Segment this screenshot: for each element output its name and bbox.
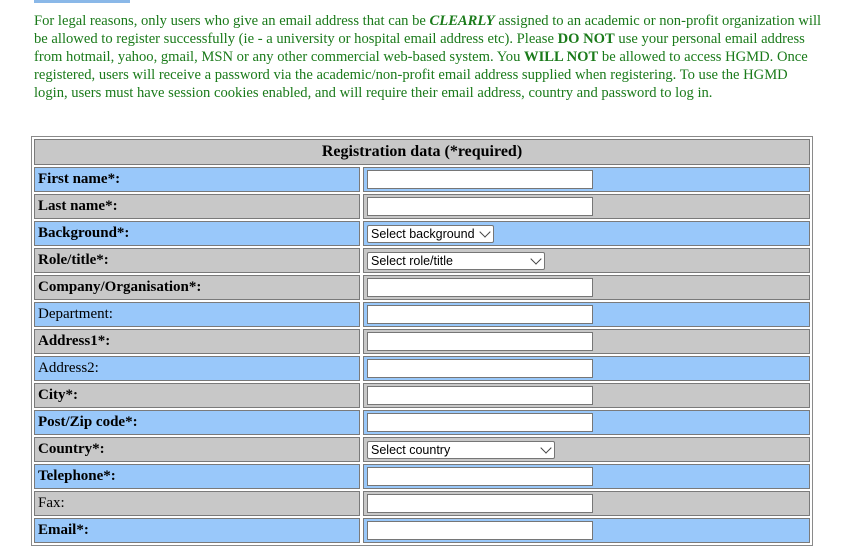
row-role-title: Role/title*: Select role/title (34, 248, 810, 273)
last-name-input[interactable] (367, 197, 593, 216)
first-name-label: First name*: (34, 167, 360, 192)
notice-text-1: For legal reasons, only users who give a… (34, 13, 430, 29)
row-email: Email*: (34, 518, 810, 543)
background-select-value: Select background (371, 226, 475, 241)
row-city: City*: (34, 383, 810, 408)
registration-header: Registration data (*required) (34, 139, 810, 165)
post-code-input[interactable] (367, 413, 593, 432)
city-input[interactable] (367, 386, 593, 405)
role-title-select[interactable]: Select role/title (367, 251, 545, 270)
country-select-value: Select country (371, 442, 451, 457)
row-company: Company/Organisation*: (34, 275, 810, 300)
chevron-down-icon (540, 442, 552, 454)
role-title-select-value: Select role/title (371, 253, 453, 268)
address2-input[interactable] (367, 359, 593, 378)
last-name-label: Last name*: (34, 194, 360, 219)
fax-label: Fax: (34, 491, 360, 516)
row-telephone: Telephone*: (34, 464, 810, 489)
first-name-input[interactable] (367, 170, 593, 189)
legal-notice: For legal reasons, only users who give a… (34, 12, 824, 102)
row-post-code: Post/Zip code*: (34, 410, 810, 435)
telephone-label: Telephone*: (34, 464, 360, 489)
fax-input[interactable] (367, 494, 593, 513)
row-first-name: First name*: (34, 167, 810, 192)
address1-input[interactable] (367, 332, 593, 351)
address2-label: Address2: (34, 356, 360, 381)
address1-label: Address1*: (34, 329, 360, 354)
row-country: Country*: Select country (34, 437, 810, 462)
notice-emphasis-clearly: CLEARLY (429, 13, 495, 29)
background-label: Background*: (34, 221, 360, 246)
row-address1: Address1*: (34, 329, 810, 354)
notice-emphasis-do-not: DO NOT (557, 31, 615, 47)
chevron-down-icon (479, 226, 491, 238)
registration-table: Registration data (*required) First name… (31, 136, 813, 546)
row-background: Background*: Select background (34, 221, 810, 246)
top-accent-bar (34, 0, 130, 3)
department-label: Department: (34, 302, 360, 327)
background-select[interactable]: Select background (367, 224, 494, 243)
company-label: Company/Organisation*: (34, 275, 360, 300)
row-address2: Address2: (34, 356, 810, 381)
chevron-down-icon (530, 253, 542, 265)
city-label: City*: (34, 383, 360, 408)
company-input[interactable] (367, 278, 593, 297)
department-input[interactable] (367, 305, 593, 324)
row-last-name: Last name*: (34, 194, 810, 219)
post-code-label: Post/Zip code*: (34, 410, 360, 435)
role-title-label: Role/title*: (34, 248, 360, 273)
row-department: Department: (34, 302, 810, 327)
email-label: Email*: (34, 518, 360, 543)
row-fax: Fax: (34, 491, 810, 516)
notice-emphasis-will-not: WILL NOT (524, 49, 599, 65)
country-label: Country*: (34, 437, 360, 462)
telephone-input[interactable] (367, 467, 593, 486)
country-select[interactable]: Select country (367, 440, 555, 459)
email-input[interactable] (367, 521, 593, 540)
